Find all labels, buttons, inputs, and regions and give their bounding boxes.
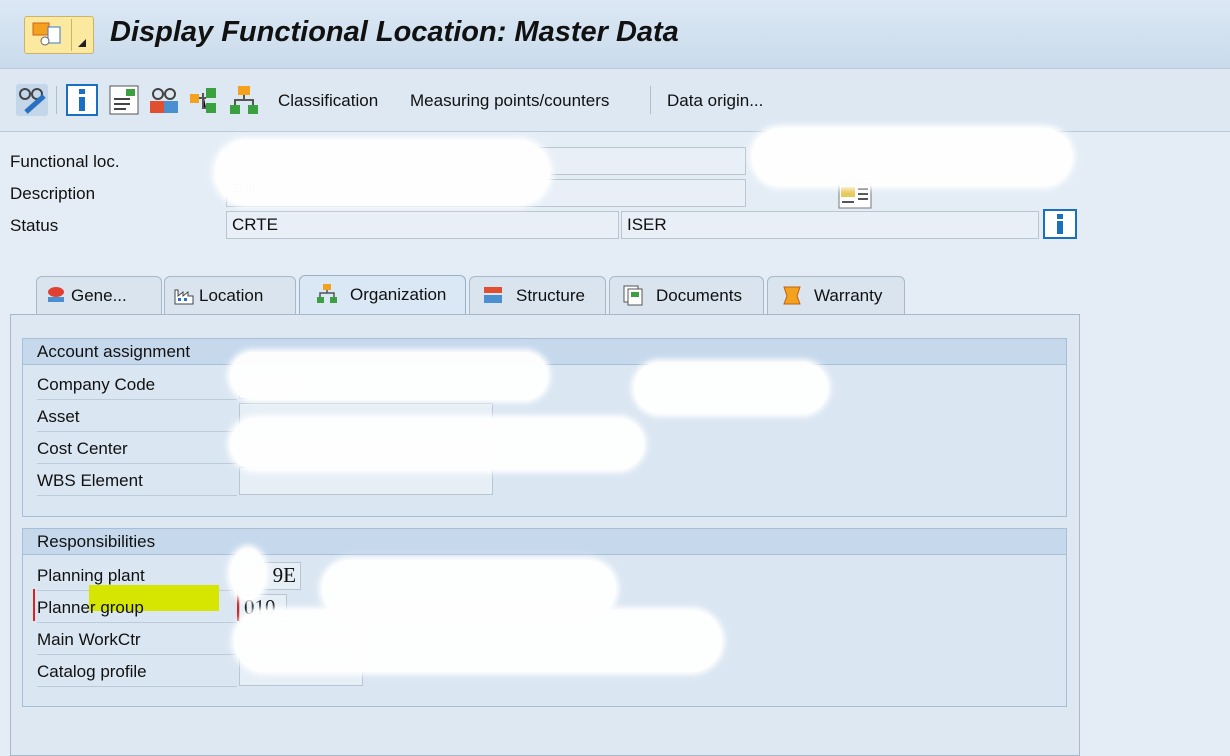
redacted-area (234, 610, 722, 672)
redacted-area (230, 418, 644, 470)
display-change-icon[interactable] (16, 84, 48, 116)
structure-icon (484, 287, 502, 303)
system-status-field[interactable]: CRTE (226, 211, 619, 239)
asset-label: Asset (37, 401, 237, 432)
description-label: Description (10, 184, 96, 203)
redacted-area (215, 140, 550, 205)
tab-warranty[interactable]: Warranty (767, 276, 905, 314)
measuring-points-button[interactable]: Measuring points/counters (410, 91, 609, 111)
user-status-field[interactable]: ISER (621, 211, 1039, 239)
page-title: Display Functional Location: Master Data (110, 16, 679, 48)
tab-location[interactable]: Location (164, 276, 296, 314)
tab-label: Location (199, 286, 264, 305)
menu-button[interactable] (24, 16, 94, 54)
dropdown-arrow-icon (78, 39, 86, 47)
info-icon[interactable] (66, 84, 98, 116)
wbs-element-label: WBS Element (37, 465, 237, 496)
structure-list-icon[interactable] (188, 84, 220, 116)
general-icon (48, 287, 64, 302)
status-label: Status (10, 216, 59, 235)
redacted-area (752, 128, 1072, 186)
tab-documents[interactable]: Documents (609, 276, 764, 314)
redacted-area (230, 352, 548, 400)
catalog-profile-label: Catalog profile (37, 656, 237, 687)
application-toolbar (0, 69, 1230, 132)
status-info-icon[interactable] (1043, 209, 1077, 239)
wbs-element-field[interactable] (239, 467, 493, 495)
data-origin-button[interactable]: Data origin... (667, 91, 763, 111)
company-code-label: Company Code (37, 369, 237, 400)
long-text-icon[interactable] (108, 84, 140, 116)
tab-label: Structure (516, 286, 585, 305)
group-title: Account assignment (23, 339, 1066, 365)
cost-center-label: Cost Center (37, 433, 237, 464)
redacted-area (230, 548, 266, 600)
toolbar-divider (650, 86, 651, 114)
partners-icon[interactable] (148, 84, 180, 116)
tab-label: Warranty (814, 286, 883, 305)
documents-icon (623, 285, 643, 306)
tab-label: Gene... (71, 286, 127, 305)
main-workctr-label: Main WorkCtr (37, 624, 237, 655)
org-hierarchy-icon (317, 284, 337, 303)
group-title: Responsibilities (23, 529, 1066, 555)
sap-menu-icon (32, 22, 61, 46)
tab-general[interactable]: Gene... (36, 276, 162, 314)
functional-loc-label: Functional loc. (10, 152, 120, 171)
warranty-scroll-icon (783, 286, 801, 305)
classification-button[interactable]: Classification (278, 91, 378, 111)
hierarchy-icon[interactable] (228, 84, 260, 116)
toolbar-divider (56, 86, 57, 114)
tab-organization[interactable]: Organization (299, 275, 466, 315)
long-text-icon[interactable] (838, 183, 872, 209)
required-marker (33, 589, 239, 621)
tab-label: Organization (350, 285, 447, 304)
factory-icon (174, 289, 194, 305)
tab-structure[interactable]: Structure (469, 276, 606, 314)
redacted-area (634, 362, 828, 414)
tab-label: Documents (656, 286, 742, 305)
